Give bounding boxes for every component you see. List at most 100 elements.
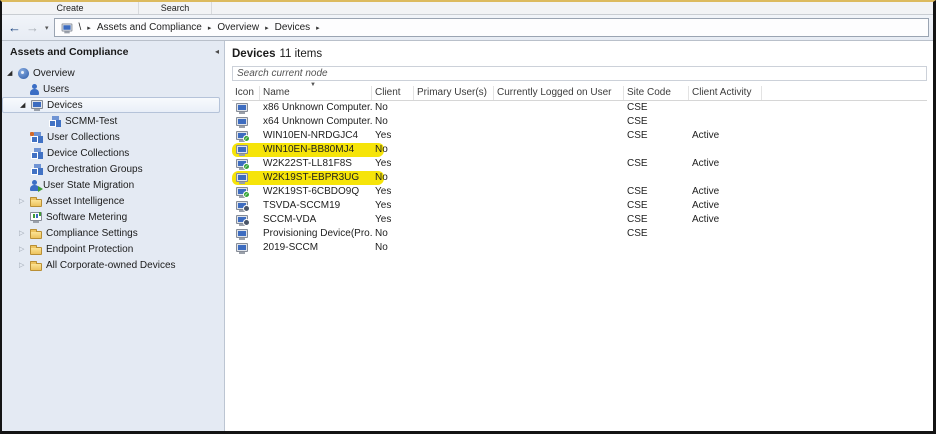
breadcrumb-assets-and-compliance[interactable]: Assets and Compliance bbox=[97, 22, 202, 33]
site-code-cell bbox=[624, 143, 689, 157]
activity-cell bbox=[689, 115, 762, 129]
table-row[interactable]: Provisioning Device(Pro... No CSE bbox=[232, 227, 927, 241]
activity-cell bbox=[689, 227, 762, 241]
breadcrumb-root[interactable]: \ bbox=[79, 22, 82, 33]
user-collection-icon bbox=[30, 131, 43, 143]
column-header-client-activity[interactable]: Client Activity bbox=[689, 86, 762, 100]
tab-search[interactable]: Search bbox=[139, 2, 211, 14]
row-filler bbox=[762, 129, 927, 143]
table-row[interactable]: ✓ WIN10EN-NRDGJC4 Yes CSE Active bbox=[232, 129, 927, 143]
sidebar-item-devices[interactable]: ◢ Devices bbox=[2, 97, 220, 113]
table-row[interactable]: ✓ W2K19ST-6CBDO9Q Yes CSE Active bbox=[232, 185, 927, 199]
sidebar-item-compliance-settings[interactable]: ▷ Compliance Settings bbox=[2, 225, 220, 241]
table-row[interactable]: x64 Unknown Computer... No CSE bbox=[232, 115, 927, 129]
device-icon bbox=[236, 102, 248, 114]
sidebar-item-user-collections[interactable]: User Collections bbox=[2, 129, 220, 145]
sidebar-item-overview[interactable]: ◢ Overview bbox=[2, 65, 220, 81]
table-header: ▼ Icon Name Client Primary User(s) Curre… bbox=[232, 82, 927, 101]
table-row[interactable]: 2019-SCCM No bbox=[232, 241, 927, 255]
main-panel: Devices 11 items ▼ Icon Name Client Prim… bbox=[225, 41, 933, 431]
primary-users-cell bbox=[414, 185, 494, 199]
overview-icon bbox=[18, 67, 29, 79]
table-body: x86 Unknown Computer... No CSE x64 Unknown … bbox=[232, 101, 927, 255]
sidebar-item-label: Device Collections bbox=[47, 147, 130, 159]
sort-descending-icon[interactable]: ▼ bbox=[310, 82, 316, 88]
sidebar-item-label: Overview bbox=[33, 67, 75, 79]
breadcrumb-separator-icon: ▸ bbox=[87, 24, 91, 32]
collapse-panel-icon[interactable]: ◂ bbox=[215, 47, 219, 56]
row-filler bbox=[762, 213, 927, 227]
tab-create[interactable]: Create bbox=[2, 2, 138, 14]
tree-expander-icon[interactable]: ▷ bbox=[19, 229, 30, 237]
logged-on-cell bbox=[494, 171, 624, 185]
device-icon bbox=[236, 242, 248, 254]
client-cell: Yes bbox=[375, 200, 392, 211]
primary-users-cell bbox=[414, 115, 494, 129]
activity-cell bbox=[689, 101, 762, 115]
folder-icon bbox=[30, 260, 42, 271]
panel-title: Devices 11 items bbox=[232, 44, 927, 63]
icon-cell bbox=[232, 143, 260, 157]
table-row[interactable]: TSVDA-SCCM19 Yes CSE Active bbox=[232, 199, 927, 213]
site-code-cell bbox=[624, 241, 689, 255]
client-cell: No bbox=[375, 228, 388, 239]
sidebar-item-user-state-migration[interactable]: User State Migration bbox=[2, 177, 220, 193]
column-header-primary-users[interactable]: Primary User(s) bbox=[414, 86, 494, 100]
sidebar-item-asset-intelligence[interactable]: ▷ Asset Intelligence bbox=[2, 193, 220, 209]
table-row[interactable]: WIN10EN-BB80MJ4 No bbox=[232, 143, 927, 157]
tree-expander-icon[interactable]: ▷ bbox=[19, 245, 30, 253]
back-icon[interactable]: ← bbox=[8, 21, 21, 34]
sidebar-item-scmm-test[interactable]: SCMM-Test bbox=[2, 113, 220, 129]
collection-icon bbox=[48, 116, 61, 127]
primary-users-cell bbox=[414, 143, 494, 157]
collection-icon bbox=[30, 164, 43, 175]
sidebar-item-label: User Collections bbox=[47, 131, 120, 143]
client-active-badge-icon: ✓ bbox=[243, 162, 250, 170]
metering-icon bbox=[30, 211, 42, 223]
tree-expander-icon[interactable]: ◢ bbox=[7, 69, 18, 77]
sidebar-item-label: Endpoint Protection bbox=[46, 243, 134, 255]
table-row[interactable]: ✓ W2K22ST-LL81F8S Yes CSE Active bbox=[232, 157, 927, 171]
activity-cell: Active bbox=[692, 158, 720, 169]
navigation-bar: ← → ▾ \ ▸ Assets and Compliance ▸ Overvi… bbox=[2, 15, 933, 41]
device-icon bbox=[236, 228, 248, 240]
tree-expander-icon[interactable]: ▷ bbox=[19, 197, 30, 205]
name-cell: W2K22ST-LL81F8S bbox=[263, 158, 352, 169]
icon-cell bbox=[232, 115, 260, 129]
history-dropdown-icon[interactable]: ▾ bbox=[45, 24, 49, 32]
table-row[interactable]: x86 Unknown Computer... No CSE bbox=[232, 101, 927, 115]
client-cell: Yes bbox=[375, 186, 392, 197]
folder-icon bbox=[30, 244, 42, 255]
sidebar-item-orchestration-groups[interactable]: Orchestration Groups bbox=[2, 161, 220, 177]
client-active-badge-icon: ✓ bbox=[243, 190, 250, 198]
devices-table: ▼ Icon Name Client Primary User(s) Curre… bbox=[232, 82, 927, 255]
sidebar-item-software-metering[interactable]: Software Metering bbox=[2, 209, 220, 225]
column-header-icon[interactable]: Icon bbox=[232, 86, 260, 100]
column-header-name[interactable]: Name bbox=[260, 86, 372, 100]
column-header-filler bbox=[762, 86, 927, 100]
sidebar-item-label: All Corporate-owned Devices bbox=[46, 259, 176, 271]
sidebar-item-endpoint-protection[interactable]: ▷ Endpoint Protection bbox=[2, 241, 220, 257]
tab-divider bbox=[211, 2, 212, 14]
sidebar-item-users[interactable]: Users bbox=[2, 81, 220, 97]
primary-users-cell bbox=[414, 213, 494, 227]
table-row[interactable]: W2K19ST-EBPR3UG No bbox=[232, 171, 927, 185]
column-header-site-code[interactable]: Site Code bbox=[624, 86, 689, 100]
sidebar-item-all-corporate-owned-devices[interactable]: ▷ All Corporate-owned Devices bbox=[2, 257, 220, 273]
tree-expander-icon[interactable]: ◢ bbox=[20, 101, 31, 109]
breadcrumb-overview[interactable]: Overview bbox=[217, 22, 259, 33]
sidebar-item-device-collections[interactable]: Device Collections bbox=[2, 145, 220, 161]
column-header-client[interactable]: Client bbox=[372, 86, 414, 100]
primary-users-cell bbox=[414, 241, 494, 255]
logged-on-cell bbox=[494, 115, 624, 129]
table-row[interactable]: SCCM-VDA Yes CSE Active bbox=[232, 213, 927, 227]
tree-expander-icon[interactable]: ▷ bbox=[19, 261, 30, 269]
user-migration-icon bbox=[30, 180, 43, 192]
breadcrumb-devices[interactable]: Devices bbox=[275, 22, 311, 33]
forward-icon[interactable]: → bbox=[26, 21, 39, 34]
device-icon bbox=[236, 200, 250, 212]
column-header-currently-logged-on-user[interactable]: Currently Logged on User bbox=[494, 86, 624, 100]
icon-cell bbox=[232, 241, 260, 255]
client-cell: No bbox=[375, 242, 388, 253]
search-input[interactable] bbox=[232, 66, 927, 81]
